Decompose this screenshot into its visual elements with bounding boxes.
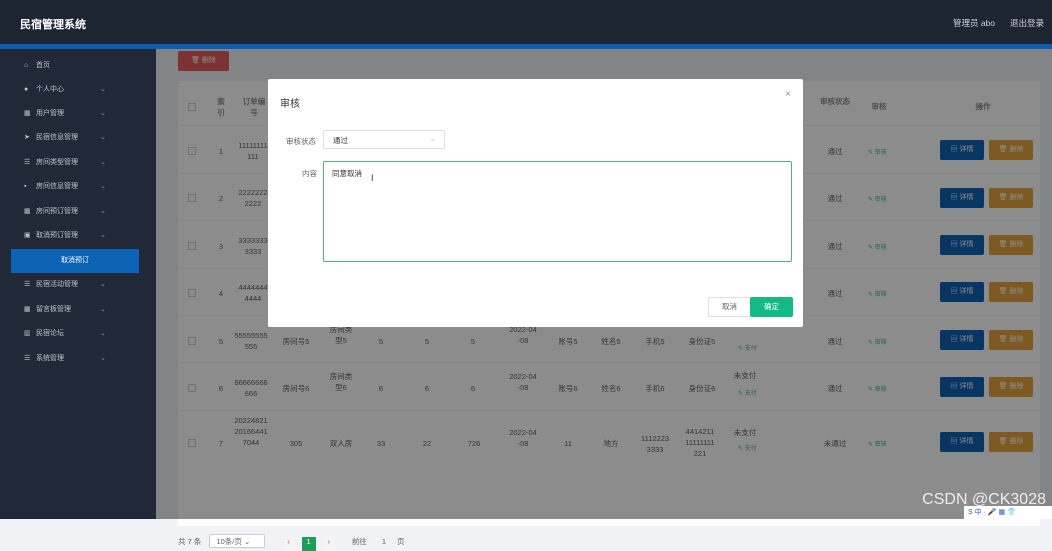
chevron-down-icon: ⌄ [243, 537, 251, 546]
sidebar-item-messages[interactable]: ▦ 留言板管理 ⌄ [24, 302, 144, 318]
grid-icon: ▦ [24, 110, 31, 117]
dialog-title: 审核 [280, 99, 300, 110]
status-select[interactable]: 通过 ⌄ [323, 130, 445, 149]
top-bar-overlay [0, 0, 1052, 44]
sidebar-item-room-type[interactable]: ☰ 房间类型管理 ⌄ [24, 155, 144, 171]
chevron-down-icon: ⌄ [100, 306, 106, 313]
camera-icon: ▣ [24, 232, 31, 239]
cancel-button[interactable]: 取消 [708, 297, 751, 317]
chevron-down-icon: ⌄ [100, 183, 106, 190]
chevron-down-icon: ⌄ [100, 159, 106, 166]
sidebar-item-system[interactable]: ☰ 系统管理 ⌄ [24, 351, 144, 367]
chevron-down-icon: ⌄ [100, 86, 106, 93]
chevron-down-icon: ⌄ [100, 330, 106, 337]
list-icon: ☰ [24, 281, 31, 288]
current-page[interactable]: 1 [301, 537, 316, 551]
chat-icon: ▪ [24, 183, 27, 190]
chevron-down-icon: ⌄ [100, 208, 106, 215]
list-icon: ☰ [24, 159, 31, 166]
grid-icon: ▦ [24, 208, 31, 215]
sidebar-item-homestay[interactable]: ➤ 民宿信息管理 ⌄ [24, 130, 144, 146]
sidebar: ⌂ 首页 ● 个人中心 ⌄ ▦ 用户管理 ⌄ ➤ 民宿信息管理 ⌄ ☰ 房间类型管理 ⌄… [0, 49, 156, 519]
next-page-button[interactable]: › [321, 537, 336, 551]
total-count: 共 7 条 [178, 537, 202, 546]
prev-page-button[interactable]: ‹ [281, 537, 296, 551]
sidebar-item-cancel-booking[interactable]: ▣ 取消预订管理 ⌄ [24, 228, 144, 244]
sidebar-item-room-info[interactable]: ▪ 房间信息管理 ⌄ [24, 179, 144, 195]
sidebar-item-forum[interactable]: ▥ 民宿论坛 ⌄ [24, 326, 144, 342]
chevron-down-icon: ⌄ [100, 355, 106, 362]
home-icon: ⌂ [24, 62, 29, 69]
chevron-down-icon: ⌄ [429, 134, 436, 143]
sidebar-item-home[interactable]: ⌂ 首页 [24, 58, 144, 74]
sidebar-subitem-cancel-booking[interactable]: 取消预订 [11, 249, 139, 273]
text-cursor-icon: I [371, 173, 374, 183]
chevron-down-icon: ⌄ [100, 110, 106, 117]
user-icon: ● [24, 86, 29, 93]
status-label: 审核状态 [286, 137, 316, 146]
goto-input[interactable]: 1 [373, 537, 395, 551]
list-icon: ☰ [24, 355, 31, 362]
sidebar-item-profile[interactable]: ● 个人中心 ⌄ [24, 82, 144, 98]
content-label: 内容 [302, 169, 317, 178]
confirm-button[interactable]: 确定 [750, 297, 793, 317]
chevron-down-icon: ⌄ [100, 281, 106, 288]
sidebar-item-users[interactable]: ▦ 用户管理 ⌄ [24, 106, 144, 122]
sidebar-item-activity[interactable]: ☰ 民宿活动管理 ⌄ [24, 277, 144, 293]
audit-dialog: 审核 × 审核状态 通过 ⌄ 内容 同意取消 I 取消 确定 [268, 79, 803, 327]
page-suffix: 页 [397, 537, 405, 546]
content-textarea[interactable]: 同意取消 [323, 161, 792, 262]
close-icon[interactable]: × [785, 89, 791, 100]
page-size-select[interactable]: 10条/页 ⌄ [209, 534, 266, 548]
ime-tray: S 中 · 🎤 ▦ 👕 [964, 506, 1052, 519]
goto-label: 前往 [351, 537, 367, 546]
chevron-up-icon: ⌄ [100, 232, 106, 239]
pagination: 共 7 条 10条/页 ⌄ ‹ 1 › 前往 1 页 [178, 534, 405, 551]
sidebar-item-booking[interactable]: ▦ 房间预订管理 ⌄ [24, 204, 144, 220]
send-icon: ➤ [24, 134, 30, 141]
chevron-down-icon: ⌄ [100, 134, 106, 141]
chart-icon: ▥ [24, 330, 31, 337]
grid-icon: ▦ [24, 306, 31, 313]
